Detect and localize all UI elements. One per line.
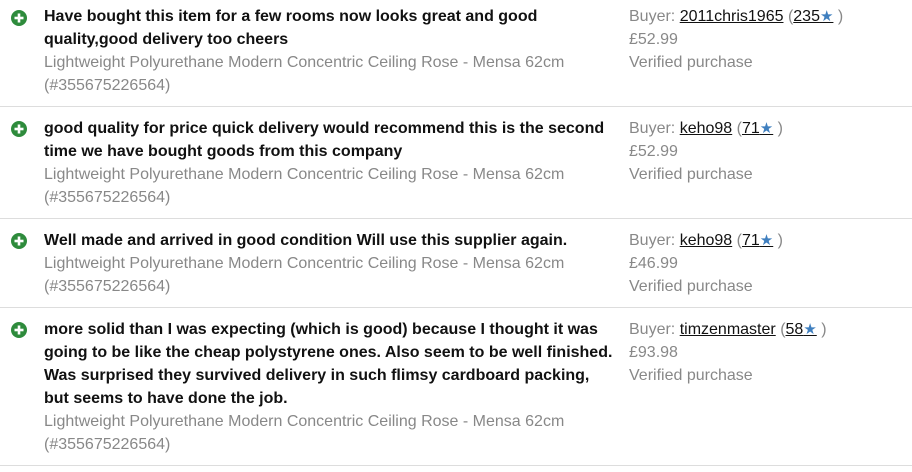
feedback-score-link[interactable]: 58★ [786,321,817,338]
star-icon: ★ [759,232,774,249]
comment-line: going to be like the cheap polystyrene o… [44,344,613,361]
buyer-prefix: Buyer: [629,321,676,338]
item-title: Lightweight Polyurethane Modern Concentr… [44,410,620,456]
item-number: (#355675226564) [44,278,171,295]
buyer-info: Buyer: keho98 (71★ ) £46.99 Verified pur… [629,229,909,298]
item-price: £52.99 [629,143,678,160]
comment-line: but seems to have done the job. [44,390,288,407]
purchase-status: Verified purchase [629,278,753,295]
buyer-prefix: Buyer: [629,120,676,137]
feedback-row: Well made and arrived in good condition … [0,219,912,308]
item-title-line: Lightweight Polyurethane Modern Concentr… [44,166,565,183]
feedback-row: Have bought this item for a few rooms no… [0,0,912,107]
comment-line: good quality for price quick delivery wo… [44,120,605,137]
buyer-prefix: Buyer: [629,8,676,25]
buyer-link[interactable]: keho98 [680,120,733,137]
item-title: Lightweight Polyurethane Modern Concentr… [44,252,620,298]
buyer-info: Buyer: keho98 (71★ ) £52.99 Verified pur… [629,117,909,186]
buyer-link[interactable]: 2011chris1965 [680,8,784,25]
star-icon: ★ [759,120,774,137]
feedback-score: 71 [741,232,760,249]
star-icon: ★ [803,321,817,338]
comment-line: Have bought this item for a few rooms no… [44,8,538,25]
buyer-prefix: Buyer: [629,232,676,249]
buyer-link[interactable]: timzenmaster [680,321,776,338]
item-title-line: Lightweight Polyurethane Modern Concentr… [44,255,565,272]
plus-circle-icon [11,233,27,249]
comment-line: Was surprised they survived delivery in … [44,367,590,384]
feedback-content: more solid than I was expecting (which i… [44,318,620,456]
item-price: £52.99 [629,31,678,48]
item-title: Lightweight Polyurethane Modern Concentr… [44,163,620,209]
buyer-info: Buyer: 2011chris1965 (235★ ) £52.99 Veri… [629,5,909,74]
buyer-line: Buyer: timzenmaster (58★ ) [629,321,827,338]
item-number: (#355675226564) [44,189,171,206]
feedback-score-link[interactable]: 235★ [793,8,833,25]
item-number: (#355675226564) [44,77,171,94]
feedback-comment: Well made and arrived in good condition … [44,229,620,252]
plus-circle-icon [11,322,27,338]
buyer-line: Buyer: keho98 (71★ ) [629,120,784,137]
purchase-status: Verified purchase [629,54,753,71]
feedback-score: 58 [785,321,804,338]
item-title-line: Lightweight Polyurethane Modern Concentr… [44,413,565,430]
feedback-comment: good quality for price quick delivery wo… [44,117,620,163]
feedback-row: good quality for price quick delivery wo… [0,107,912,219]
feedback-score-link[interactable]: 71★ [742,232,773,249]
item-price: £93.98 [629,344,678,361]
feedback-score: 71 [741,120,760,137]
purchase-status: Verified purchase [629,367,753,384]
feedback-content: good quality for price quick delivery wo… [44,117,620,209]
item-title-line: Lightweight Polyurethane Modern Concentr… [44,54,565,71]
feedback-content: Well made and arrived in good condition … [44,229,620,298]
plus-circle-icon [11,121,27,137]
comment-line: more solid than I was expecting (which i… [44,321,598,338]
item-number: (#355675226564) [44,436,171,453]
feedback-comment: more solid than I was expecting (which i… [44,318,620,410]
feedback-row: more solid than I was expecting (which i… [0,308,912,466]
comment-line: quality,good delivery too cheers [44,31,289,48]
buyer-line: Buyer: keho98 (71★ ) [629,232,784,249]
star-icon: ★ [819,8,834,25]
feedback-score-link[interactable]: 71★ [742,120,773,137]
feedback-content: Have bought this item for a few rooms no… [44,5,620,97]
plus-circle-icon [11,10,27,26]
feedback-score: 235 [793,8,820,25]
feedback-comment: Have bought this item for a few rooms no… [44,5,620,51]
item-title: Lightweight Polyurethane Modern Concentr… [44,51,620,97]
item-price: £46.99 [629,255,678,272]
purchase-status: Verified purchase [629,166,753,183]
comment-line: time we have bought goods from this comp… [44,143,403,160]
buyer-info: Buyer: timzenmaster (58★ ) £93.98 Verifi… [629,318,909,387]
buyer-line: Buyer: 2011chris1965 (235★ ) [629,8,844,25]
feedback-list: Have bought this item for a few rooms no… [0,0,912,466]
buyer-link[interactable]: keho98 [680,232,733,249]
comment-line: Well made and arrived in good condition … [44,232,568,249]
